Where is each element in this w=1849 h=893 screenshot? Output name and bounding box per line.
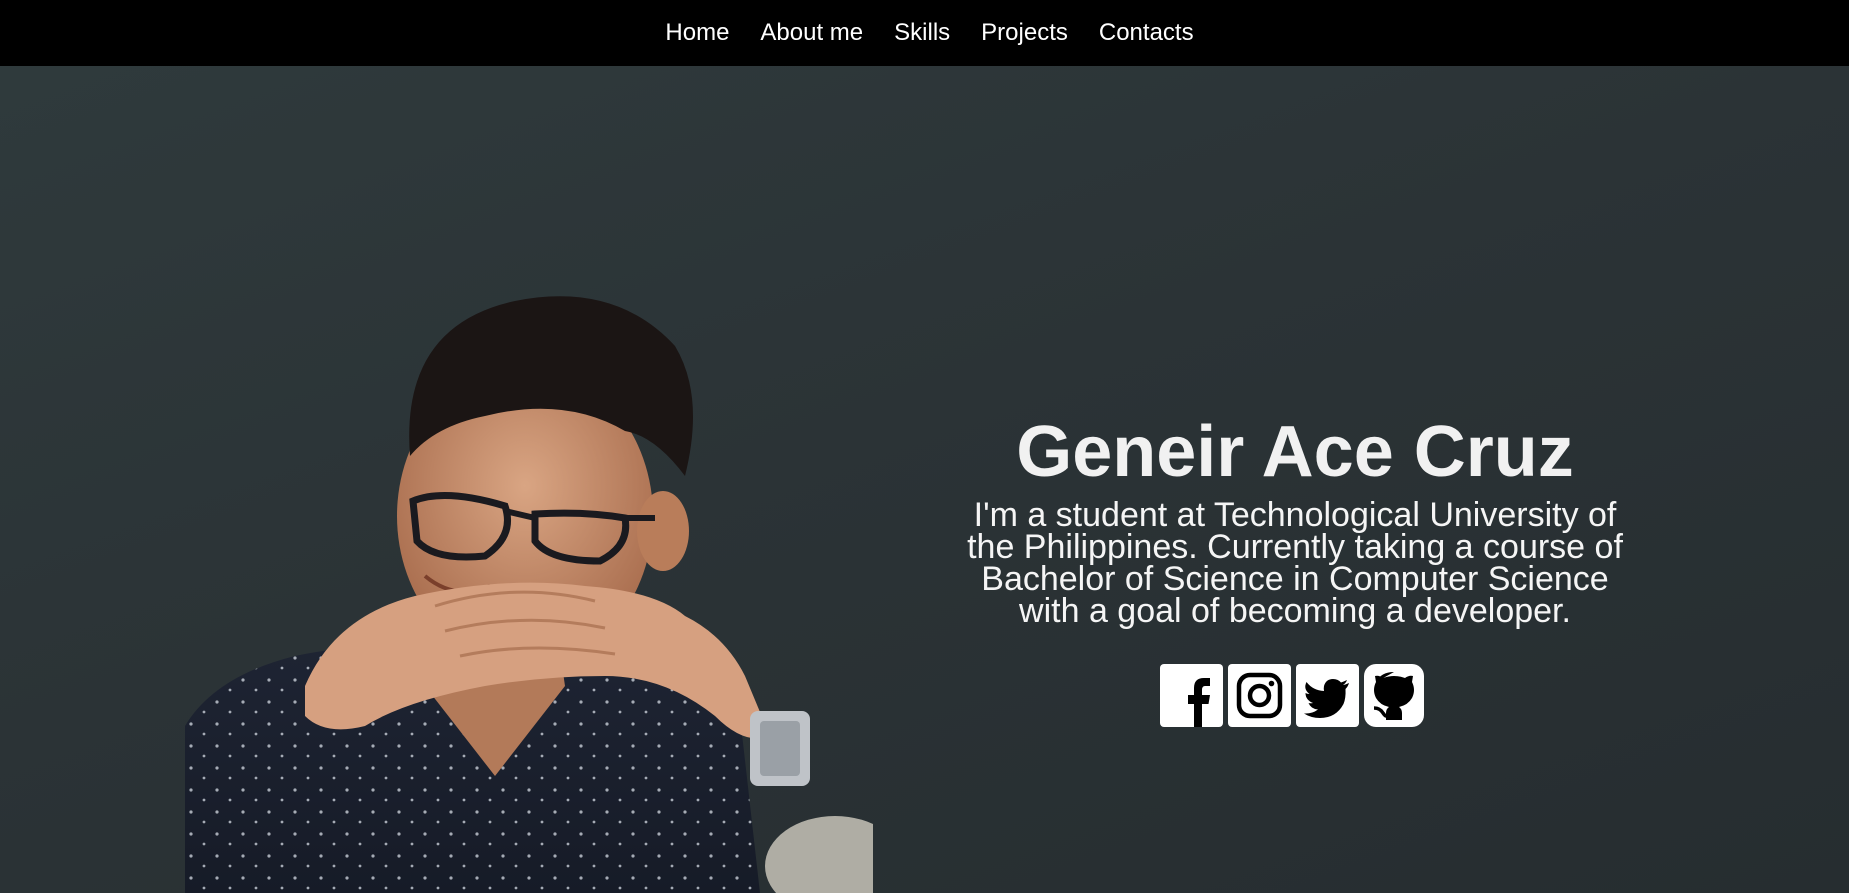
hero-section: Geneir Ace Cruz I'm a student at Technol…	[0, 66, 1849, 893]
twitter-icon[interactable]	[1296, 664, 1359, 727]
nav-home[interactable]: Home	[665, 21, 729, 45]
intro-block: Geneir Ace Cruz I'm a student at Technol…	[918, 411, 1672, 630]
hero-bio: I'm a student at Technological Universit…	[918, 498, 1672, 630]
github-icon[interactable]	[1364, 664, 1424, 727]
hero-name: Geneir Ace Cruz	[1016, 412, 1574, 492]
nav-about-me[interactable]: About me	[760, 21, 863, 45]
social-links	[1160, 664, 1424, 727]
profile-photo	[185, 256, 873, 893]
nav-projects[interactable]: Projects	[981, 21, 1068, 45]
nav-menu: Home About me Skills Projects Contacts	[0, 0, 1849, 66]
facebook-icon[interactable]	[1160, 664, 1223, 727]
nav-contacts[interactable]: Contacts	[1099, 21, 1194, 45]
navbar: Home About me Skills Projects Contacts	[0, 0, 1849, 66]
bio-line: with a goal of becoming a developer.	[1019, 592, 1571, 630]
nav-skills[interactable]: Skills	[894, 21, 950, 45]
instagram-icon[interactable]	[1228, 664, 1291, 727]
